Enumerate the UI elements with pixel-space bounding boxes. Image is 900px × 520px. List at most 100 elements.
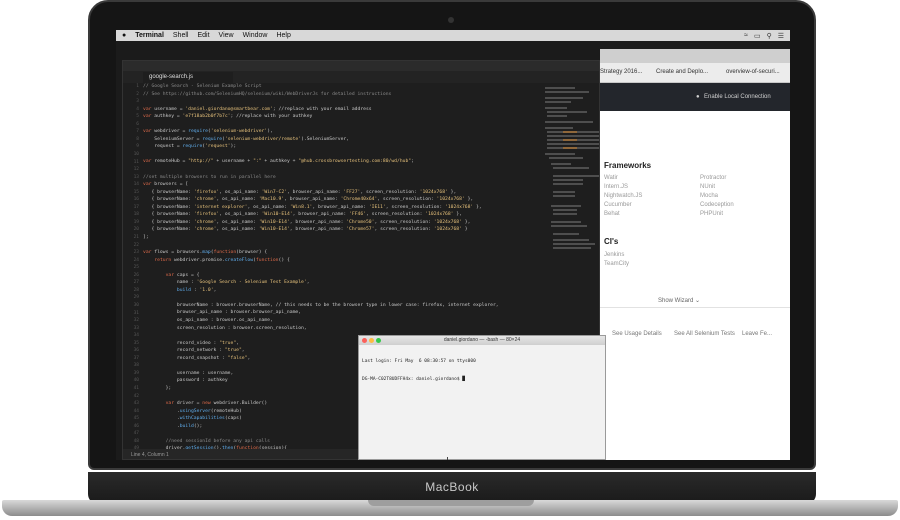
close-icon[interactable]	[362, 338, 367, 343]
code-line: os_api_name : browser.os_api_name,	[143, 317, 273, 323]
ci-item[interactable]: TeamCity	[604, 261, 629, 267]
terminal-output[interactable]: Last login: Fri May 6 08:30:57 on ttys00…	[362, 347, 602, 395]
line-number: 5	[136, 114, 139, 120]
search-icon[interactable]: ⚲	[767, 32, 772, 40]
line-number: 13	[133, 174, 139, 180]
browser-toolbar: Strategy 2016... Create and Deplo... ove…	[600, 63, 790, 83]
line-number: 17	[133, 204, 139, 210]
line-number: 44	[133, 408, 139, 414]
line-number: 30	[133, 302, 139, 308]
code-line: // See https://github.com/SeleniumHQ/sel…	[143, 91, 392, 97]
menu-item-view[interactable]: View	[219, 32, 234, 39]
ci-heading: CI's	[604, 237, 619, 246]
framework-item[interactable]: Nightwatch.JS	[604, 193, 642, 199]
line-number: 8	[136, 136, 139, 142]
code-line: { browserName: 'firefox', os_api_name: '…	[143, 189, 457, 195]
see-all-selenium-tests-link[interactable]: See All Selenium Tests	[674, 331, 735, 337]
show-wizard-button[interactable]: Show Wizard ⌄	[658, 297, 700, 304]
framework-item[interactable]: Behat	[604, 211, 620, 217]
line-number: 42	[133, 393, 139, 399]
browser-tab[interactable]: Strategy 2016...	[600, 69, 642, 75]
text-cursor-icon	[447, 457, 448, 460]
menu-item-edit[interactable]: Edit	[197, 32, 209, 39]
menu-item-shell[interactable]: Shell	[173, 32, 189, 39]
code-line: var username = 'daniel.giordano@smartbea…	[143, 106, 372, 112]
line-number: 46	[133, 423, 139, 429]
browser-window: Strategy 2016... Create and Deplo... ove…	[600, 49, 790, 460]
browser-tab-bar	[600, 49, 790, 63]
leave-feedback-link[interactable]: Leave Fe...	[742, 331, 772, 337]
menu-bar: ● Terminal Shell Edit View Window Help ≈…	[116, 30, 790, 41]
framework-item[interactable]: Cucumber	[604, 202, 632, 208]
code-line: SeleniumServer = require('selenium-webdr…	[143, 136, 350, 142]
device-brand: MacBook	[425, 480, 479, 494]
line-number: 29	[133, 295, 139, 301]
battery-icon[interactable]: ▭	[754, 32, 761, 40]
see-usage-details-link[interactable]: See Usage Details	[612, 331, 662, 337]
code-line: //set multiple browsers to run in parall…	[143, 174, 276, 180]
framework-item[interactable]: Watir	[604, 175, 618, 181]
line-number: 23	[133, 250, 139, 256]
code-line: var webdriver = require('selenium-webdri…	[143, 129, 273, 135]
line-number: 36	[133, 348, 139, 354]
line-number: 12	[133, 167, 139, 173]
line-number: 37	[133, 355, 139, 361]
minimap[interactable]	[543, 85, 599, 265]
code-line: request = require('request');	[143, 144, 237, 150]
line-number: 45	[133, 416, 139, 422]
line-number: 38	[133, 363, 139, 369]
menu-item-help[interactable]: Help	[276, 32, 290, 39]
minimize-icon[interactable]	[369, 338, 374, 343]
code-line: var authkey = 'e7f18ab2b0f7b7c'; //repla…	[143, 114, 313, 120]
line-number-gutter: 1 2 3 4 5 6 7 8 9 10 11 12 13 14 15 16 17 18 19 20 21 22 23 24 2…	[123, 83, 141, 459]
enable-local-connection-button[interactable]: Enable Local Connection	[704, 94, 771, 100]
framework-item[interactable]: Intern.JS	[604, 184, 628, 190]
browser-tab[interactable]: overview-of-securi...	[726, 69, 780, 75]
editor-tab-google-search[interactable]: google-search.js	[143, 72, 233, 83]
line-number: 1	[136, 84, 139, 89]
ci-item[interactable]: Jenkins	[604, 252, 624, 258]
framework-item[interactable]: NUnit	[700, 184, 715, 190]
framework-item[interactable]: Protractor	[700, 175, 726, 181]
app-header-bar: ● Enable Local Connection	[600, 83, 790, 111]
framework-item[interactable]: Codeception	[700, 202, 734, 208]
browser-content: Frameworks Watir Intern.JS Nightwatch.JS…	[600, 111, 790, 460]
camera-icon	[448, 17, 454, 23]
code-line: ];	[143, 234, 149, 240]
line-number: 3	[136, 99, 139, 105]
line-number: 40	[133, 378, 139, 384]
code-line: screen_resolution : browser.screen_resol…	[143, 325, 307, 331]
framework-item[interactable]: PHPUnit	[700, 211, 723, 217]
code-line: { browserName: 'chrome', os_api_name: 'W…	[143, 227, 468, 233]
wifi-icon[interactable]: ≈	[744, 32, 748, 40]
line-number: 31	[133, 310, 139, 316]
code-line: { browserName: 'chrome', os_api_name: 'M…	[143, 197, 474, 203]
code-line: name : 'Google Search - Selenium Test Ex…	[143, 280, 310, 286]
menu-item-terminal[interactable]: Terminal	[135, 32, 164, 39]
divider	[600, 307, 790, 308]
line-number: 16	[133, 197, 139, 203]
browser-tab[interactable]: Create and Deplo...	[656, 69, 708, 75]
menu-item-window[interactable]: Window	[243, 32, 268, 39]
list-icon[interactable]: ☰	[778, 32, 784, 40]
frameworks-heading: Frameworks	[604, 161, 652, 170]
laptop-notch	[368, 500, 534, 506]
maximize-icon[interactable]	[376, 338, 381, 343]
line-number: 19	[133, 219, 139, 225]
framework-item[interactable]: Mocha	[700, 193, 718, 199]
code-line: { browserName: 'internet explorer', os_a…	[143, 204, 482, 210]
status-icons: ≈ ▭ ⚲ ☰	[744, 32, 790, 40]
apple-icon[interactable]: ●	[122, 32, 126, 39]
line-number: 4	[136, 106, 139, 112]
code-line: var remoteHub = "http://" + username + "…	[143, 159, 414, 165]
code-line: var browsers = [	[143, 182, 189, 188]
line-number: 21	[133, 235, 139, 240]
terminal-title-bar: daniel.giordano — -bash — 80×24	[359, 336, 605, 345]
line-number: 33	[133, 325, 139, 331]
line-number: 2	[136, 91, 139, 97]
code-line: browser_api_name : browser.browser_api_n…	[143, 310, 302, 316]
